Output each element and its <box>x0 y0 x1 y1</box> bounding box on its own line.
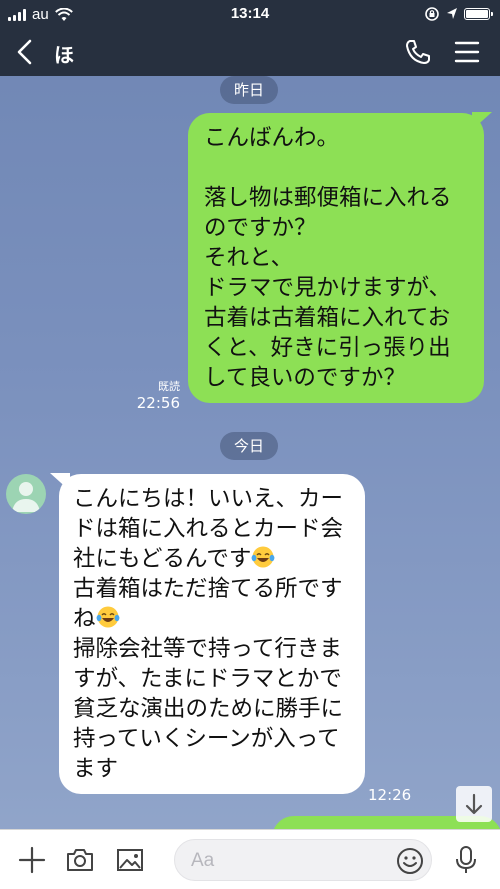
message-text-part: こんにちは！いいえ、カードは箱に入れるとカード会社にもどるんです <box>73 486 344 572</box>
phone-icon[interactable] <box>402 36 434 68</box>
message-time: 22:56 <box>136 394 180 412</box>
message-time: 12:26 <box>368 786 412 804</box>
arrow-down-icon <box>465 793 483 815</box>
message-text-part: 掃除会社等で持って行きますが、たまにドラマとかで貧乏な演出のために勝手に持ってい… <box>73 636 344 782</box>
battery-icon <box>464 8 493 20</box>
outgoing-message[interactable]: こんばんわ。 落し物は郵便箱に入れるのですか？ それと、 ドラマで見かけますが、… <box>188 113 484 403</box>
message-input[interactable] <box>191 846 381 876</box>
plus-icon[interactable] <box>16 844 48 876</box>
date-separator: 今日 <box>220 432 279 460</box>
chat-header: ほ <box>0 28 500 76</box>
chat-title: ほ <box>54 43 74 67</box>
menu-icon[interactable] <box>452 38 482 66</box>
emoji-icon[interactable] <box>395 846 425 876</box>
message-input-field[interactable] <box>174 839 432 881</box>
back-icon[interactable] <box>8 34 44 70</box>
status-bar: au 13:14 <box>0 0 500 28</box>
location-icon <box>447 8 457 19</box>
scroll-down-button[interactable] <box>456 786 492 822</box>
message-meta: 12:26 <box>368 786 418 804</box>
avatar[interactable] <box>6 474 46 514</box>
microphone-icon[interactable] <box>450 844 482 876</box>
message-meta: 既読 22:56 <box>120 378 180 412</box>
incoming-message[interactable]: こんにちは！いいえ、カードは箱に入れるとカード会社にもどるんです 古着箱はただ捨… <box>59 474 365 794</box>
camera-icon[interactable] <box>64 844 96 876</box>
rotation-lock-icon <box>425 7 439 21</box>
default-user-icon <box>12 482 40 512</box>
read-receipt: 既読 <box>158 380 180 393</box>
face-with-tears-of-joy-icon <box>252 546 275 568</box>
face-with-tears-of-joy-icon <box>96 606 119 628</box>
input-bar <box>0 829 500 889</box>
image-icon[interactable] <box>114 844 146 876</box>
date-separator: 昨日 <box>220 76 279 104</box>
status-right <box>424 6 493 22</box>
